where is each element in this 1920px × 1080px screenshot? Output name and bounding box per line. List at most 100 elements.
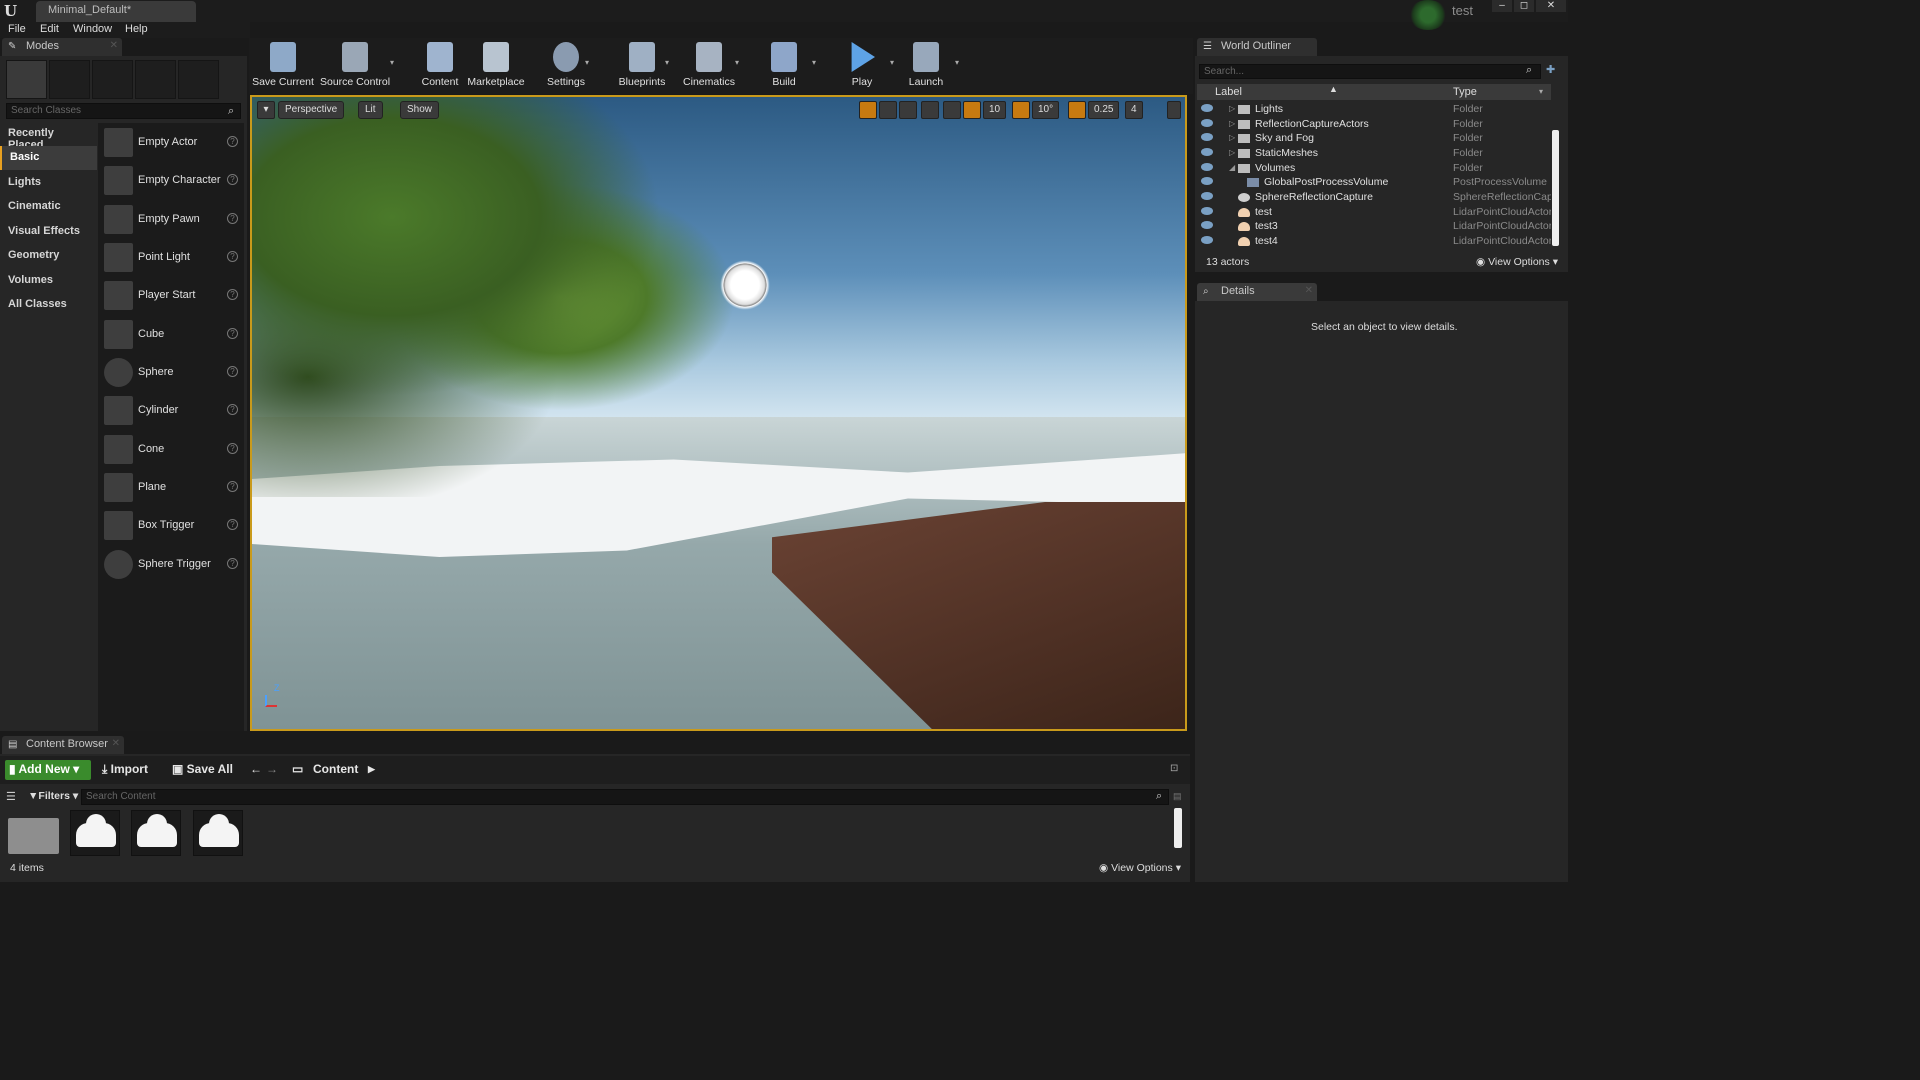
perspective-button[interactable]: Perspective (278, 101, 345, 119)
eye-icon[interactable] (1201, 163, 1213, 171)
scale-icon[interactable] (899, 101, 917, 119)
filters-button[interactable]: ▼Filters ▾ (28, 790, 78, 802)
save-search-icon[interactable]: ▤ (1173, 791, 1182, 802)
table-row[interactable]: ▷ Lights Folder (1197, 102, 1551, 117)
table-row[interactable]: ▷ Sky and Fog Folder (1197, 131, 1551, 146)
chevron-down-icon[interactable]: ▾ (585, 58, 589, 67)
maximize-viewport-icon[interactable] (1167, 101, 1181, 119)
help-icon[interactable]: ? (227, 366, 238, 377)
tab-world-outliner[interactable]: ☰ World Outliner (1197, 38, 1317, 56)
surface-snap-icon[interactable] (943, 101, 961, 119)
level-viewport[interactable]: ▾ Perspective Lit Show 10 10° 0.25 4 Z (250, 95, 1187, 731)
landscape-mode-icon[interactable] (92, 60, 133, 99)
lit-button[interactable]: Lit (358, 101, 383, 119)
point-cloud-asset[interactable] (131, 810, 181, 856)
tab-details[interactable]: ⌕ Details ✕ (1197, 283, 1317, 301)
launch-button[interactable]: Launch (904, 40, 948, 92)
table-row[interactable]: ▷ ReflectionCaptureActors Folder (1197, 117, 1551, 132)
content-view-options[interactable]: ◉ View Options ▾ (1099, 862, 1181, 874)
eye-icon[interactable] (1201, 192, 1213, 200)
eye-icon[interactable] (1201, 207, 1213, 215)
list-item[interactable]: Player Start? (100, 278, 242, 314)
path-content[interactable]: Content (313, 762, 358, 776)
unreal-logo-icon[interactable]: U (4, 2, 22, 20)
table-row[interactable]: ◢ Volumes Folder (1197, 161, 1551, 176)
scale-snap-icon[interactable] (1068, 101, 1086, 119)
expand-arrow-icon[interactable]: ▷ (1229, 148, 1235, 157)
help-icon[interactable]: ? (227, 481, 238, 492)
close-button[interactable]: ✕ (1536, 0, 1566, 12)
close-icon[interactable]: ✕ (1305, 285, 1313, 296)
list-item[interactable]: Cone? (100, 432, 242, 468)
tab-content-browser[interactable]: ▤ Content Browser ✕ (2, 736, 124, 754)
list-item[interactable]: Cube? (100, 317, 242, 353)
list-item[interactable]: Cylinder? (100, 393, 242, 429)
outliner-view-options[interactable]: ◉ View Options ▾ (1476, 256, 1558, 268)
world-local-icon[interactable] (921, 101, 939, 119)
help-icon[interactable]: ? (227, 289, 238, 300)
rotation-snap-icon[interactable] (1012, 101, 1030, 119)
menu-help[interactable]: Help (125, 23, 148, 35)
list-item[interactable]: Box Trigger? (100, 508, 242, 544)
help-icon[interactable]: ? (227, 558, 238, 569)
table-row[interactable]: test LidarPointCloudActor (1197, 205, 1551, 220)
chevron-down-icon[interactable]: ▾ (955, 58, 959, 67)
list-item[interactable]: Plane? (100, 470, 242, 506)
column-type[interactable]: Type (1453, 86, 1477, 98)
menu-file[interactable]: File (8, 23, 26, 35)
chevron-down-icon[interactable]: ▾ (390, 58, 394, 67)
eye-icon[interactable] (1201, 104, 1213, 112)
help-icon[interactable]: ? (227, 174, 238, 185)
place-mode-icon[interactable] (6, 60, 47, 99)
rotate-icon[interactable] (879, 101, 897, 119)
search-content-input[interactable]: Search Content (81, 789, 1169, 805)
eye-icon[interactable] (1201, 133, 1213, 141)
rotation-snap-value[interactable]: 10° (1032, 101, 1060, 119)
expand-arrow-icon[interactable]: ▷ (1229, 119, 1235, 128)
category-visual-effects[interactable]: Visual Effects (0, 220, 97, 244)
help-icon[interactable]: ? (227, 443, 238, 454)
grid-snap-icon[interactable] (963, 101, 981, 119)
outliner-scrollbar[interactable] (1552, 130, 1559, 246)
category-basic[interactable]: Basic (0, 146, 97, 170)
folder-asset-icon[interactable] (8, 818, 59, 854)
back-arrow-icon[interactable]: ← (250, 762, 262, 776)
eye-icon[interactable] (1201, 119, 1213, 127)
sources-toggle-icon[interactable]: ☰ (6, 790, 16, 803)
list-item[interactable]: Empty Character? (100, 163, 242, 199)
source-control-button[interactable]: Source Control (320, 40, 390, 92)
grid-snap-value[interactable]: 10 (983, 101, 1007, 119)
category-geometry[interactable]: Geometry (0, 244, 97, 268)
point-cloud-asset[interactable] (193, 810, 243, 856)
close-icon[interactable]: ✕ (112, 738, 120, 749)
list-item[interactable]: Empty Pawn? (100, 202, 242, 238)
cinematics-button[interactable]: Cinematics (680, 40, 738, 92)
chevron-down-icon[interactable]: ▾ (1539, 87, 1543, 96)
save-all-button[interactable]: ▣ Save All (172, 762, 233, 776)
table-row[interactable]: GlobalPostProcessVolume PostProcessVolume (1197, 175, 1551, 190)
play-button[interactable]: Play (840, 40, 884, 92)
viewport-menu-button[interactable]: ▾ (257, 101, 275, 119)
help-icon[interactable]: ? (227, 519, 238, 530)
table-row[interactable]: SphereReflectionCapture SphereReflectionC… (1197, 190, 1551, 205)
chevron-down-icon[interactable]: ▾ (812, 58, 816, 67)
save-current-button[interactable]: Save Current (252, 40, 314, 92)
maximize-button[interactable]: ◻ (1514, 0, 1534, 12)
table-row[interactable]: test3 LidarPointCloudActor (1197, 219, 1551, 234)
content-button[interactable]: Content (418, 40, 462, 92)
build-button[interactable]: Build (764, 40, 804, 92)
foliage-mode-icon[interactable] (135, 60, 176, 99)
show-button[interactable]: Show (400, 101, 440, 119)
table-row[interactable]: ▷ StaticMeshes Folder (1197, 146, 1551, 161)
level-tab[interactable]: Minimal_Default* (36, 1, 196, 22)
category-lights[interactable]: Lights (0, 171, 97, 195)
outliner-search-input[interactable]: Search... (1199, 64, 1541, 79)
menu-window[interactable]: Window (73, 23, 112, 35)
directional-light-sun-icon[interactable] (720, 260, 770, 310)
eye-icon[interactable] (1201, 221, 1213, 229)
content-scrollbar[interactable] (1174, 808, 1182, 848)
category-all-classes[interactable]: All Classes (0, 293, 97, 317)
help-icon[interactable]: ? (227, 251, 238, 262)
category-recently-placed[interactable]: Recently Placed (0, 122, 97, 151)
expand-arrow-icon[interactable]: ▷ (1229, 104, 1235, 113)
